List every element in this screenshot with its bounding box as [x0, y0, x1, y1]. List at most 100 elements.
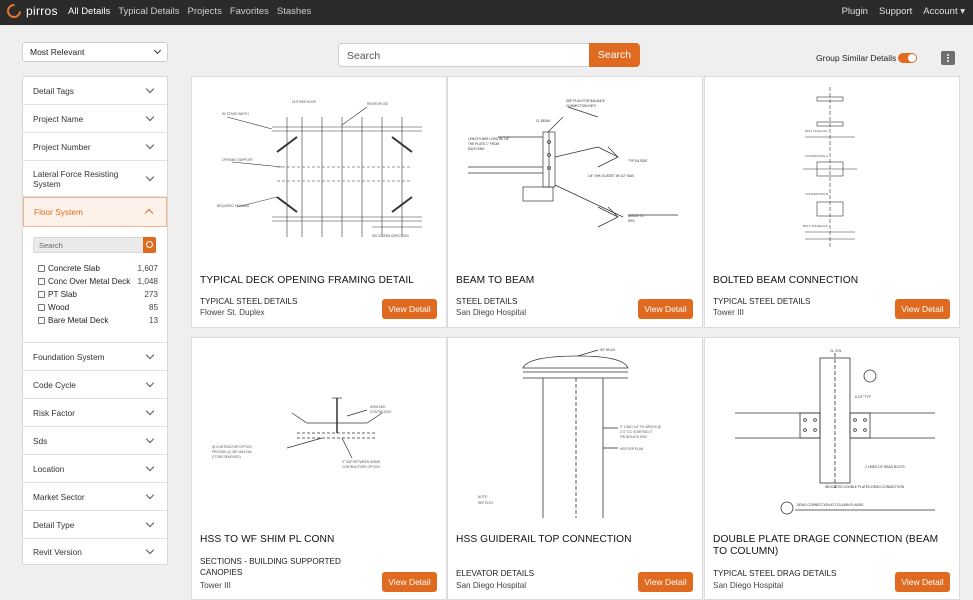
- view-detail-button[interactable]: View Detail: [382, 299, 437, 319]
- svg-text:REF ELEV: REF ELEV: [478, 501, 494, 505]
- filter-code-cycle[interactable]: Code Cycle: [23, 371, 167, 399]
- svg-text:SEE PLAN FOR BALANCE: SEE PLAN FOR BALANCE: [566, 99, 605, 103]
- sort-select[interactable]: Most Relevant: [22, 42, 168, 62]
- chevron-down-icon: [145, 112, 155, 122]
- filter-location[interactable]: Location: [23, 455, 167, 483]
- svg-text:6 1/2" TYP: 6 1/2" TYP: [855, 395, 872, 399]
- checkbox[interactable]: [38, 265, 45, 272]
- detail-card[interactable]: WF BEAM 3" LONG 1/4" FIL WELDS @ 2'-0" O…: [447, 337, 703, 600]
- nav-stashes[interactable]: Stashes: [277, 6, 311, 17]
- option-count: 13: [148, 316, 158, 325]
- nav-projects[interactable]: Projects: [188, 6, 222, 17]
- filter-label: Risk Factor: [33, 408, 75, 418]
- top-nav: pirros All Details Typical Details Proje…: [0, 0, 973, 25]
- svg-text:SHIM ADD: SHIM ADD: [370, 405, 386, 409]
- option-conc-over-metal-deck[interactable]: Conc Over Metal Deck 1,048: [38, 277, 158, 286]
- filter-market-sector[interactable]: Market Sector: [23, 483, 167, 511]
- svg-text:@ CONTRACTOR OPTION: @ CONTRACTOR OPTION: [212, 445, 252, 449]
- detail-card[interactable]: BOLT HOLE DIA CONNECTION A CONNECTION B …: [704, 76, 960, 328]
- filter-foundation-system[interactable]: Foundation System: [23, 343, 167, 371]
- svg-text:OUTSIDE EDGE: OUTSIDE EDGE: [292, 100, 316, 104]
- filter-detail-type[interactable]: Detail Type: [23, 511, 167, 539]
- checkbox[interactable]: [38, 291, 45, 298]
- svg-text:EACH END: EACH END: [468, 147, 485, 151]
- svg-text:CONNECTION B: CONNECTION B: [805, 192, 828, 196]
- search-button[interactable]: Search: [589, 43, 640, 67]
- detail-category: TYPICAL STEEL DRAG DETAILS: [713, 569, 837, 578]
- option-count: 273: [144, 290, 158, 299]
- nav-account[interactable]: Account ▾: [923, 6, 965, 17]
- detail-card[interactable]: CL COL 6 1/2" TYP 2 LINES OF DRAG BOLTS …: [704, 337, 960, 600]
- detail-card[interactable]: W/ STAGE WIDTH OUTSIDE EDGE REINFORCED O…: [191, 76, 447, 328]
- filter-floor-system[interactable]: Floor System: [23, 197, 167, 227]
- option-count: 1,607: [137, 264, 159, 273]
- filter-label: Revit Version: [33, 547, 82, 557]
- detail-thumbnail: SEE PLAN FOR BALANCE CONNECTION INFO LEN…: [448, 77, 702, 267]
- filter-panel: Detail Tags Project Name Project Number …: [22, 76, 168, 565]
- brand-logo[interactable]: pirros: [4, 1, 58, 21]
- filter-label: Sds: [33, 436, 48, 446]
- filter-sds[interactable]: Sds: [23, 427, 167, 455]
- option-wood[interactable]: Wood 85: [38, 303, 158, 312]
- filter-detail-tags[interactable]: Detail Tags: [23, 77, 167, 105]
- view-detail-button[interactable]: View Detail: [638, 572, 693, 592]
- checkbox[interactable]: [38, 304, 45, 311]
- nav-plugin[interactable]: Plugin: [842, 6, 868, 17]
- detail-title: BOLTED BEAM CONNECTION: [713, 275, 859, 286]
- filter-lateral-force-resisting-system[interactable]: Lateral Force Resisting System: [23, 161, 167, 197]
- floor-system-search-input[interactable]: Search: [33, 237, 156, 253]
- view-detail-button[interactable]: View Detail: [895, 299, 950, 319]
- search-input[interactable]: Search: [338, 43, 590, 67]
- detail-project: Tower III: [200, 581, 231, 590]
- svg-text:OPENING SUPPORT: OPENING SUPPORT: [222, 158, 253, 162]
- filter-revit-version[interactable]: Revit Version: [23, 539, 167, 565]
- svg-text:HSS: HSS: [628, 219, 635, 223]
- svg-text:ANGLE TO: ANGLE TO: [628, 214, 645, 218]
- nav-all-details[interactable]: All Details: [68, 6, 110, 17]
- chevron-down-icon: [145, 140, 155, 150]
- svg-text:(TO BE REMOVED): (TO BE REMOVED): [212, 455, 241, 459]
- detail-category: ELEVATOR DETAILS: [456, 569, 535, 578]
- view-detail-button[interactable]: View Detail: [638, 299, 693, 319]
- filter-risk-factor[interactable]: Risk Factor: [23, 399, 167, 427]
- svg-text:INDICATED DOUBLE PLATED DRAG C: INDICATED DOUBLE PLATED DRAG CONNECTION: [825, 485, 905, 489]
- svg-text:HSS PER PLAN: HSS PER PLAN: [620, 447, 644, 451]
- svg-text:CONNECTION INFO: CONNECTION INFO: [566, 104, 596, 108]
- view-detail-button[interactable]: View Detail: [895, 572, 950, 592]
- filter-label: Detail Tags: [33, 86, 74, 96]
- svg-text:PROVIDE (2) 3/8" MAX DIA: PROVIDE (2) 3/8" MAX DIA: [212, 450, 252, 454]
- svg-text:REQUIRED FRAMING: REQUIRED FRAMING: [217, 204, 250, 208]
- filter-project-number[interactable]: Project Number: [23, 133, 167, 161]
- group-similar-toggle[interactable]: [898, 53, 917, 63]
- checkbox[interactable]: [38, 317, 45, 324]
- search-icon[interactable]: [143, 237, 156, 253]
- detail-card[interactable]: SEE PLAN FOR BALANCE CONNECTION INFO LEN…: [447, 76, 703, 328]
- detail-thumbnail: BOLT HOLE DIA CONNECTION A CONNECTION B …: [705, 77, 959, 267]
- filter-label: Project Name: [33, 114, 84, 124]
- filter-label: Project Number: [33, 142, 91, 152]
- svg-text:2 LINES OF DRAG BOLTS: 2 LINES OF DRAG BOLTS: [865, 465, 905, 469]
- option-count: 85: [148, 303, 158, 312]
- svg-text:BOLT HOLE DIA: BOLT HOLE DIA: [805, 129, 827, 133]
- drawing-bolted-beam: BOLT HOLE DIA CONNECTION A CONNECTION B …: [803, 87, 857, 247]
- detail-title: DOUBLE PLATE DRAGE CONNECTION (BEAM TO C…: [713, 534, 939, 557]
- option-concrete-slab[interactable]: Concrete Slab 1,607: [38, 264, 158, 273]
- option-bare-metal-deck[interactable]: Bare Metal Deck 13: [38, 316, 158, 325]
- filter-label: Market Sector: [33, 492, 85, 502]
- detail-card[interactable]: SHIM ADD CONTINUOUS @ CONTRACTOR OPTION …: [191, 337, 447, 600]
- nav-favorites[interactable]: Favorites: [230, 6, 269, 17]
- filter-label: Foundation System: [33, 352, 105, 362]
- more-options-icon[interactable]: [941, 51, 955, 65]
- filter-project-name[interactable]: Project Name: [23, 105, 167, 133]
- view-detail-button[interactable]: View Detail: [382, 572, 437, 592]
- svg-text:DECK SPAN DIRECTION: DECK SPAN DIRECTION: [372, 234, 409, 238]
- option-pt-slab[interactable]: PT Slab 273: [38, 290, 158, 299]
- nav-support[interactable]: Support: [879, 6, 912, 17]
- filter-label: Floor System: [34, 207, 83, 217]
- checkbox[interactable]: [38, 278, 45, 285]
- chevron-down-icon: [145, 350, 155, 360]
- chevron-down-icon: [145, 434, 155, 444]
- detail-project: San Diego Hospital: [456, 308, 527, 317]
- nav-typical-details[interactable]: Typical Details: [118, 6, 179, 17]
- svg-text:WF BEAM: WF BEAM: [600, 348, 615, 352]
